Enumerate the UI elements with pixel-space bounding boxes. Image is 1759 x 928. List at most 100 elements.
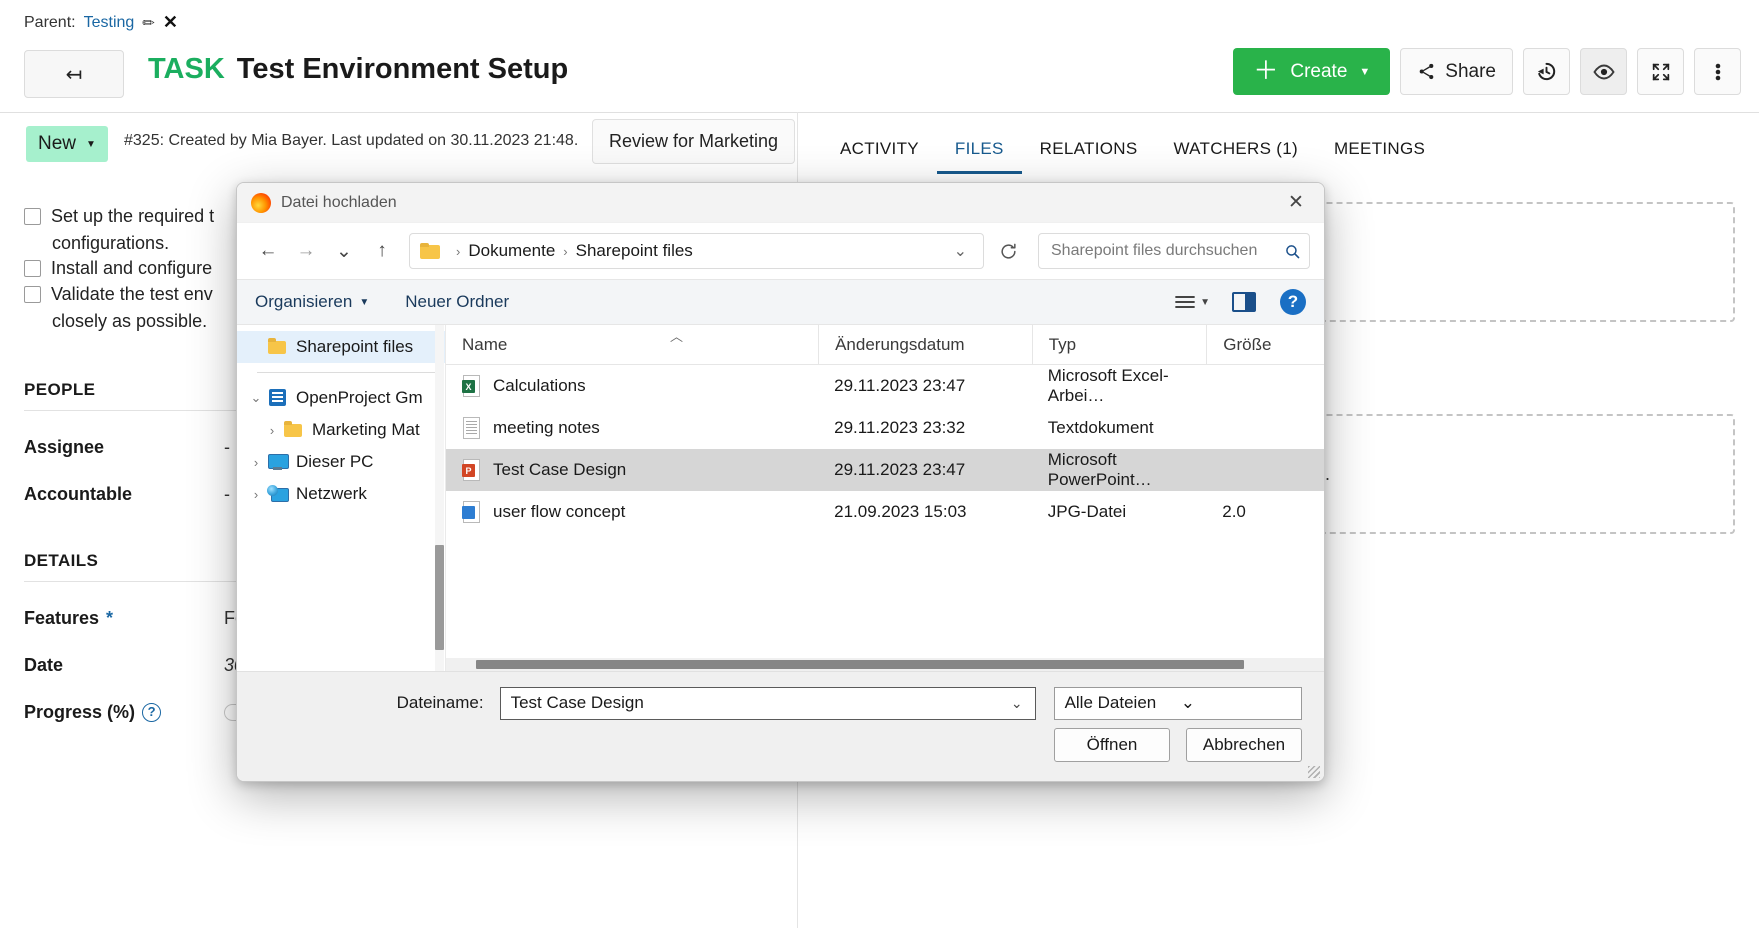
fullscreen-button[interactable] <box>1637 48 1684 95</box>
review-for-marketing-button[interactable]: Review for Marketing <box>592 119 795 164</box>
view-list-icon[interactable] <box>1174 294 1196 310</box>
tree-chevron-expanded[interactable]: ⌄ <box>245 390 267 406</box>
close-icon[interactable]: ✕ <box>1276 187 1316 219</box>
tree-chevron-collapsed[interactable]: › <box>245 455 267 470</box>
refresh-button[interactable] <box>988 233 1028 269</box>
dialog-title: Datei hochladen <box>281 194 1276 212</box>
table-row[interactable]: X Calculations 29.11.2023 23:47 Microsof… <box>446 365 1324 407</box>
tree-item-netzwerk[interactable]: › Netzwerk <box>237 478 445 510</box>
field-value[interactable]: - <box>224 437 230 458</box>
table-row[interactable]: P Test Case Design 29.11.2023 23:47 Micr… <box>446 449 1324 491</box>
tree-chevron-collapsed[interactable]: › <box>245 487 267 502</box>
search-input[interactable] <box>1049 241 1284 261</box>
breadcrumb-dokumente[interactable]: Dokumente <box>468 241 555 261</box>
field-label-text: Features <box>24 608 99 629</box>
file-name-cell: user flow concept <box>446 500 818 524</box>
field-label: Progress (%) ? <box>24 702 224 723</box>
filename-input[interactable] <box>509 692 1003 714</box>
horizontal-scrollbar-track[interactable] <box>446 658 1324 671</box>
tree-item-label: OpenProject Gm <box>296 388 423 408</box>
field-value[interactable]: - <box>224 484 230 505</box>
chevron-down-icon: ▼ <box>86 139 96 150</box>
tree-item-marketing-materials[interactable]: › Marketing Mat <box>237 414 445 446</box>
address-bar[interactable]: › Dokumente › Sharepoint files ⌄ <box>409 233 984 269</box>
tab-files[interactable]: FILES <box>937 139 1022 174</box>
column-header-date[interactable]: Änderungsdatum <box>818 325 1032 365</box>
tab-activity[interactable]: ACTIVITY <box>822 139 937 174</box>
dialog-footer: Dateiname: ⌄ Alle Dateien ⌄ Öffnen Abbre… <box>237 671 1324 781</box>
field-label: Assignee <box>24 437 224 458</box>
eye-icon <box>1592 60 1616 84</box>
activity-history-button[interactable] <box>1523 48 1570 95</box>
file-type-filter-select[interactable]: Alle Dateien ⌄ <box>1054 687 1302 720</box>
edit-pencil-icon[interactable]: ✏ <box>142 14 155 32</box>
chevron-down-icon[interactable]: ⌄ <box>1173 693 1297 713</box>
search-box[interactable] <box>1038 233 1310 269</box>
dialog-navigation-bar: ← → ⌄ ↑ › Dokumente › Sharepoint files ⌄ <box>237 223 1324 279</box>
table-row[interactable]: meeting notes 29.11.2023 23:32 Textdokum… <box>446 407 1324 449</box>
more-vertical-icon <box>1715 61 1721 83</box>
help-icon[interactable]: ? <box>142 703 161 722</box>
more-options-button[interactable] <box>1694 48 1741 95</box>
tree-item-sharepoint-files[interactable]: Sharepoint files <box>237 331 445 363</box>
horizontal-scrollbar-thumb[interactable] <box>476 660 1244 669</box>
tree-item-openproject[interactable]: ⌄ OpenProject Gm <box>237 382 445 414</box>
chevron-down-icon: ▼ <box>1359 66 1370 78</box>
column-header-name[interactable]: Name <box>446 325 818 365</box>
organization-icon <box>267 389 289 407</box>
create-button[interactable]: ＋ Create ▼ <box>1233 48 1390 95</box>
filename-combobox[interactable]: ⌄ <box>500 687 1036 720</box>
forward-icon[interactable]: → <box>289 234 323 268</box>
dialog-command-bar: Organisieren ▼ Neuer Ordner ▼ ? <box>237 279 1324 325</box>
back-button[interactable]: ↤ <box>24 50 124 98</box>
field-label: Features * <box>24 608 224 629</box>
recent-locations-icon[interactable]: ⌄ <box>327 234 361 268</box>
share-button[interactable]: Share <box>1400 48 1513 95</box>
column-header-type[interactable]: Typ <box>1032 325 1207 365</box>
chevron-down-icon[interactable]: ⌄ <box>1003 695 1031 712</box>
file-name: meeting notes <box>493 418 600 438</box>
resize-grip[interactable] <box>1308 766 1320 778</box>
tab-bar: ACTIVITY FILES RELATIONS WATCHERS (1) ME… <box>797 112 1759 174</box>
tab-meetings[interactable]: MEETINGS <box>1316 139 1443 174</box>
parent-link-testing[interactable]: Testing <box>84 14 135 32</box>
new-folder-button[interactable]: Neuer Ordner <box>405 292 509 312</box>
tab-watchers[interactable]: WATCHERS (1) <box>1155 139 1315 174</box>
cancel-button[interactable]: Abbrechen <box>1186 728 1302 762</box>
chevron-down-icon[interactable]: ⌄ <box>944 241 977 261</box>
field-label: Date <box>24 655 224 676</box>
excel-file-icon: X <box>462 374 482 398</box>
remove-parent-icon[interactable]: ✕ <box>163 12 178 33</box>
chevron-down-icon: ▼ <box>359 297 369 308</box>
file-name: user flow concept <box>493 502 625 522</box>
filename-label: Dateiname: <box>259 693 500 713</box>
up-one-level-icon[interactable]: ↑ <box>365 234 399 268</box>
tab-relations[interactable]: RELATIONS <box>1022 139 1156 174</box>
text-file-icon <box>462 416 482 440</box>
tree-chevron-collapsed[interactable]: › <box>261 423 283 438</box>
breadcrumb-sharepoint-files[interactable]: Sharepoint files <box>576 241 693 261</box>
view-options-chevron-down-icon[interactable]: ▼ <box>1200 297 1210 308</box>
help-icon[interactable]: ? <box>1280 289 1306 315</box>
watch-button[interactable] <box>1580 48 1627 95</box>
status-badge[interactable]: New ▼ <box>26 126 108 162</box>
tree-item-dieser-pc[interactable]: › Dieser PC <box>237 446 445 478</box>
checklist-checkbox[interactable] <box>24 260 41 277</box>
organize-menu[interactable]: Organisieren ▼ <box>255 292 369 312</box>
refresh-icon <box>999 242 1018 261</box>
checklist-checkbox[interactable] <box>24 208 41 225</box>
file-type-filter-value: Alle Dateien <box>1065 693 1173 713</box>
tree-scrollbar-thumb[interactable] <box>435 545 444 650</box>
open-button[interactable]: Öffnen <box>1054 728 1170 762</box>
back-icon[interactable]: ← <box>251 234 285 268</box>
fullscreen-icon <box>1650 61 1672 83</box>
checklist-checkbox[interactable] <box>24 286 41 303</box>
work-package-header: ↤ TASKTest Environment Setup ＋ Create ▼ … <box>0 48 1759 110</box>
breadcrumb-separator: › <box>563 244 567 259</box>
organize-label: Organisieren <box>255 292 352 312</box>
preview-pane-icon[interactable] <box>1232 292 1256 312</box>
sort-ascending-icon: ︿ <box>670 326 683 345</box>
table-row[interactable]: user flow concept 21.09.2023 15:03 JPG-D… <box>446 491 1324 533</box>
required-indicator: * <box>106 608 113 629</box>
column-header-size[interactable]: Größe <box>1206 325 1324 365</box>
